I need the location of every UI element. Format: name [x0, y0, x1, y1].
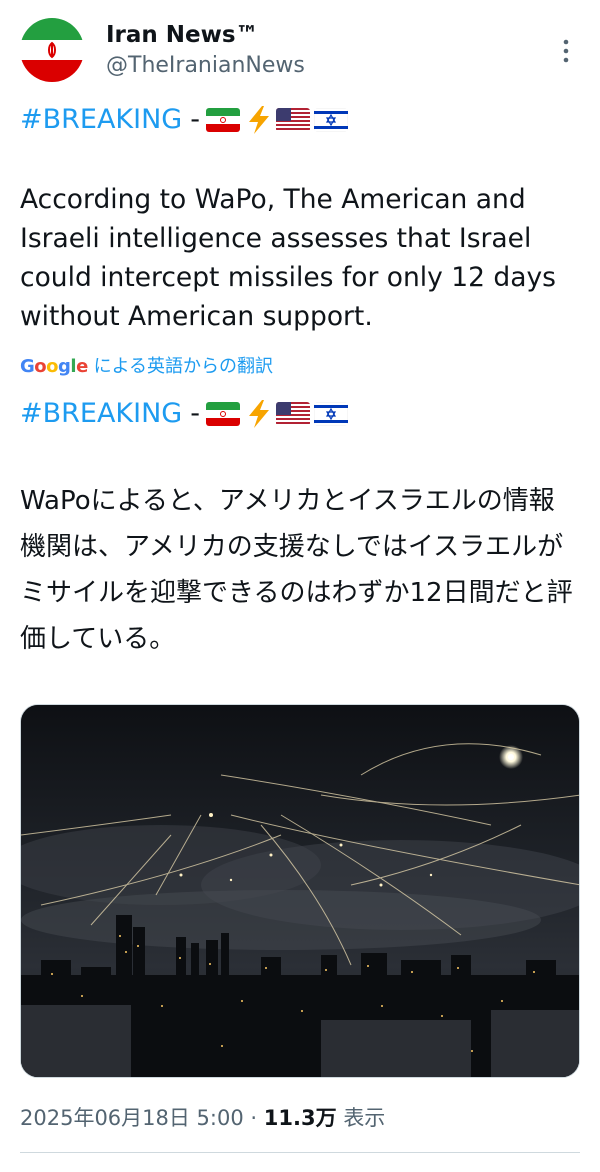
hashtag-link-translated[interactable]: #BREAKING	[20, 398, 182, 429]
us-flag-icon	[275, 107, 310, 132]
hashtag-link[interactable]: #BREAKING	[20, 104, 182, 135]
separator-translated: -	[190, 398, 200, 429]
tweet-header: Iran News™ @TheIranianNews	[20, 18, 580, 88]
separator: -	[190, 104, 200, 135]
us-flag-icon	[275, 401, 310, 426]
israel-flag-icon	[313, 107, 348, 132]
lightning-icon	[246, 105, 272, 135]
more-options-icon[interactable]	[556, 36, 576, 66]
views-label: 表示	[343, 1106, 386, 1130]
israel-flag-icon	[313, 401, 348, 426]
author-handle[interactable]: @TheIranianNews	[106, 53, 305, 78]
timestamp[interactable]: 2025年06月18日 5:00	[20, 1106, 244, 1130]
tweet-text-ja: WaPoによると、アメリカとイスラエルの情報機関は、アメリカの支援なしではイスラ…	[20, 486, 573, 654]
breaking-line: #BREAKING -	[20, 104, 352, 135]
translation-label: による英語からの翻訳	[93, 356, 274, 377]
author-name[interactable]: Iran News™	[106, 22, 259, 48]
meta-dot: ·	[250, 1106, 258, 1130]
divider	[20, 1152, 580, 1153]
iran-flag-icon	[205, 401, 240, 426]
tweet-media-image[interactable]	[20, 704, 580, 1078]
avatar[interactable]	[20, 18, 84, 82]
lightning-icon	[246, 399, 272, 429]
breaking-line-translated: #BREAKING -	[20, 398, 352, 429]
iran-flag-icon	[205, 107, 240, 132]
google-logo: Google	[20, 356, 88, 377]
views-count: 11.3万	[263, 1106, 337, 1130]
translation-link[interactable]: Google による英語からの翻訳	[20, 352, 273, 378]
tweet-meta: 2025年06月18日 5:00 · 11.3万 表示	[20, 1102, 385, 1132]
tweet-text-en: According to WaPo, The American and Isra…	[20, 184, 556, 332]
